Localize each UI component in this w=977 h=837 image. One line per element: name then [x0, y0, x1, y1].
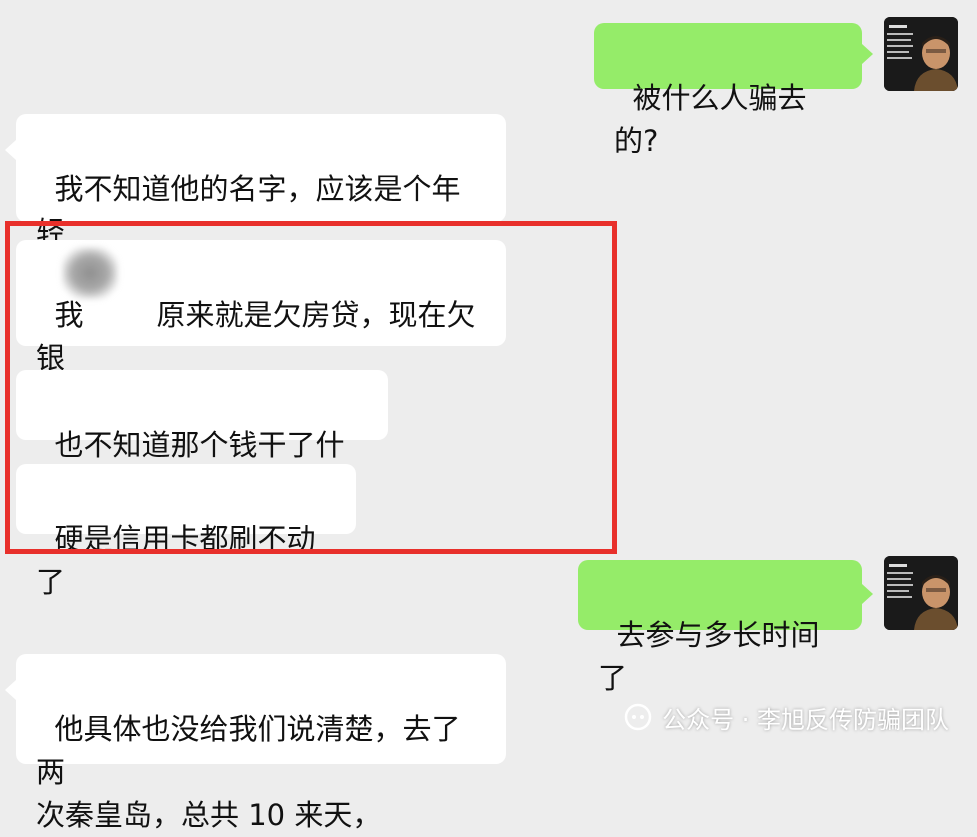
- bubble-tail-incoming: [5, 680, 16, 700]
- message-text: 被什么人骗去的?: [614, 81, 807, 158]
- bubble-tail-incoming: [5, 140, 16, 160]
- wechat-official-account-icon: [624, 703, 652, 731]
- bubble-tail-outgoing: [862, 44, 873, 64]
- message-bubble-incoming[interactable]: 他具体也没给我们说清楚，去了两 次秦皇岛，总共 10 来天，: [16, 654, 506, 832]
- watermark: 公众号 · 李旭反传防骗团队: [624, 698, 949, 736]
- message-bubble-incoming[interactable]: 我不知道他的名字，应该是个年轻 人: [16, 114, 506, 292]
- user-avatar[interactable]: [884, 556, 958, 630]
- message-bubble-outgoing[interactable]: 被什么人骗去的?: [594, 23, 862, 158]
- watermark-text: 公众号 · 李旭反传防骗团队: [662, 705, 949, 734]
- message-text: 硬是信用卡都刷不动了: [36, 522, 316, 599]
- message-text: 去参与多长时间了: [598, 618, 820, 695]
- message-bubble-incoming[interactable]: 硬是信用卡都刷不动了: [16, 464, 356, 599]
- user-avatar[interactable]: [884, 17, 958, 91]
- message-bubble-outgoing[interactable]: 去参与多长时间了: [578, 560, 862, 695]
- message-text: 他具体也没给我们说清楚，去了两 次秦皇岛，总共 10 来天，: [36, 712, 461, 832]
- message-text-start: 我: [54, 298, 84, 332]
- redaction-blur: [62, 247, 118, 299]
- message-bubble-incoming[interactable]: 也不知道那个钱干了什么: [16, 370, 388, 505]
- bubble-tail-outgoing: [862, 584, 873, 604]
